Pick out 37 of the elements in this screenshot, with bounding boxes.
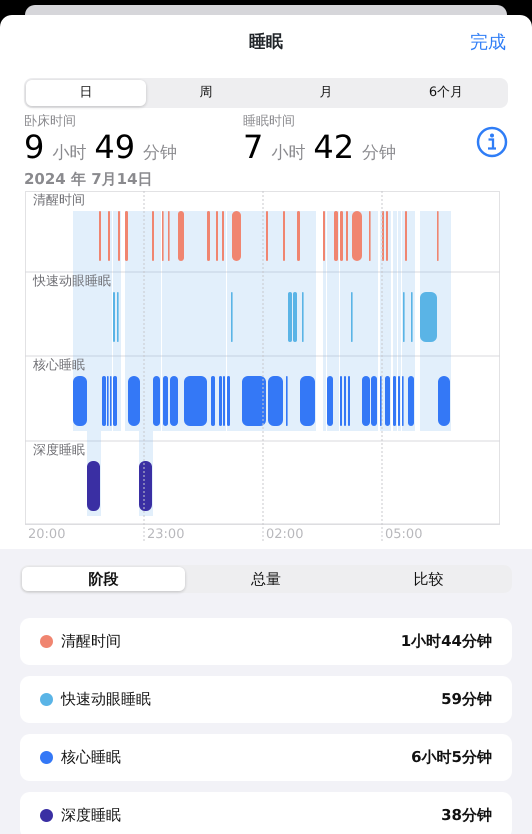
done-button[interactable]: 完成	[470, 29, 506, 56]
stat-label: 睡眠时间	[243, 112, 295, 130]
stat-value: 9	[24, 131, 44, 163]
segment-tab[interactable]: 比较	[347, 566, 510, 591]
stage-label: 核心睡眠	[33, 358, 85, 372]
segment-tab[interactable]: 周	[146, 80, 266, 106]
stat-value: 7	[243, 131, 264, 163]
stat-label: 卧床时间	[24, 112, 76, 130]
time-axis-label: 23:00	[147, 526, 184, 542]
stage-duration: 59分钟	[441, 689, 492, 710]
date-label: 2024 年 7月14日	[24, 170, 153, 188]
time-axis-label: 20:00	[28, 526, 66, 542]
stage-label: 快速动眼睡眠	[33, 274, 111, 288]
stage-duration: 38分钟	[441, 805, 492, 826]
stage-name: 快速动眼睡眠	[61, 689, 151, 710]
unit-label: 小时	[52, 142, 86, 165]
stage-name: 深度睡眠	[61, 805, 121, 826]
segment-tab[interactable]: 阶段	[22, 566, 185, 591]
stage-name: 核心睡眠	[61, 747, 121, 768]
segment-tab[interactable]: 月	[266, 80, 386, 106]
segment-tab[interactable]: 6个月	[386, 80, 506, 106]
sheet-title: 睡眠	[249, 30, 283, 54]
stage-duration: 1小时44分钟	[400, 631, 492, 652]
unit-label: 小时	[271, 142, 306, 165]
stage-label: 深度睡眠	[33, 442, 85, 458]
time-axis-label: 02:00	[266, 526, 304, 542]
stat-value: 42	[313, 131, 354, 163]
stat-value: 49	[94, 131, 136, 163]
stage-label: 清醒时间	[33, 192, 85, 208]
unit-label: 分钟	[143, 142, 178, 165]
stage-duration: 6小时5分钟	[411, 747, 492, 768]
segment-tab[interactable]: 总量	[184, 566, 348, 591]
time-axis-label: 05:00	[385, 526, 422, 542]
segment-tab[interactable]: 日	[26, 80, 146, 106]
info-icon[interactable]	[476, 126, 508, 158]
unit-label: 分钟	[362, 142, 396, 165]
stage-name: 清醒时间	[61, 631, 121, 652]
